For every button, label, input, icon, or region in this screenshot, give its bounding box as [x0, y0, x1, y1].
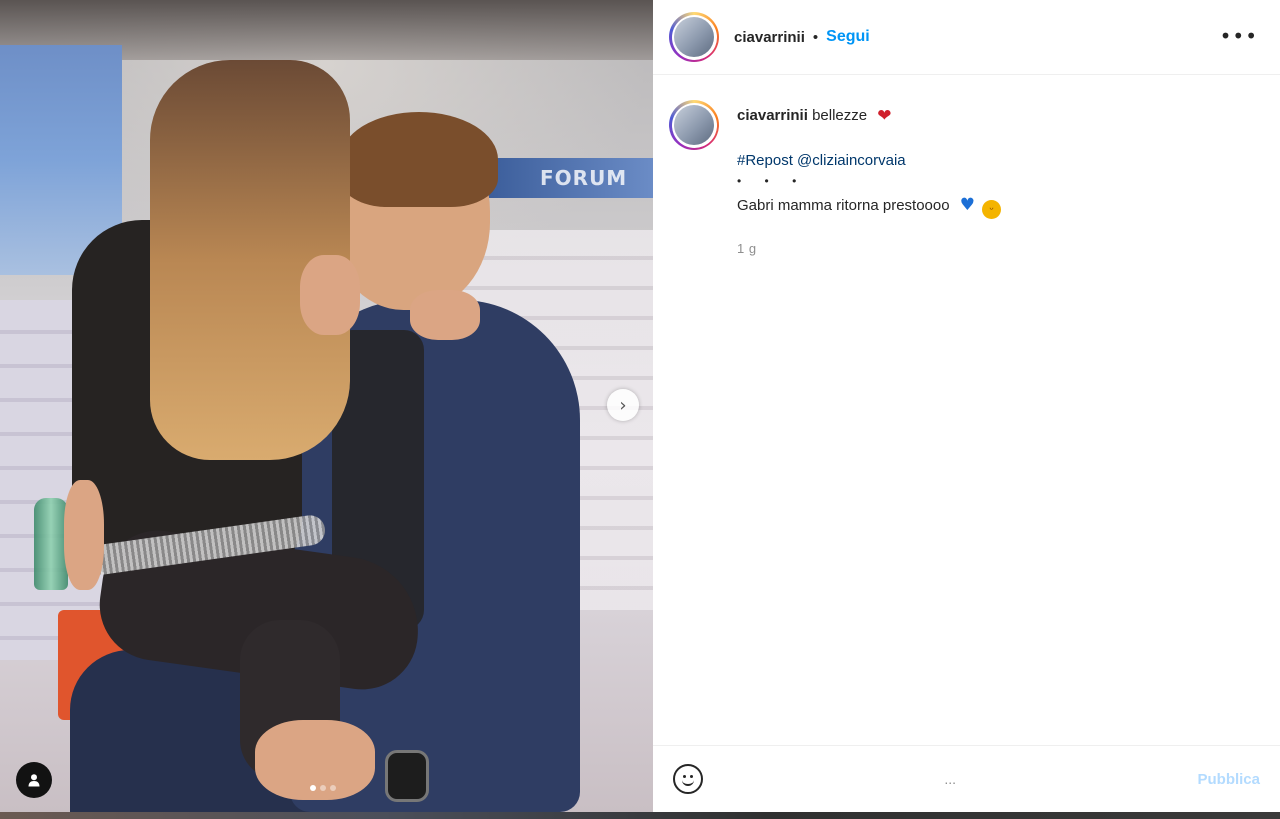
caption-line-1: ciavarrinii bellezze ❤	[737, 106, 1001, 126]
follow-button[interactable]: Segui	[826, 28, 870, 46]
user-tag-icon	[28, 774, 40, 787]
caption-avatar[interactable]	[669, 100, 719, 150]
blue-heart-icon: ♥	[959, 195, 976, 215]
caption-author-link[interactable]: ciavarrinii	[737, 107, 808, 124]
next-slide-button[interactable]: ›	[607, 389, 639, 421]
studio-banner-text: FORUM	[540, 166, 628, 190]
caption-message: Gabri mamma ritorna prestoooo	[737, 197, 950, 214]
caption-body: ciavarrinii bellezze ❤ #Repost @cliziain…	[737, 100, 1002, 259]
caption: ciavarrinii bellezze ❤ #Repost @cliziain…	[669, 100, 1002, 259]
comment-input[interactable]	[719, 771, 1182, 787]
avatar-image	[674, 17, 714, 57]
carousel-indicator	[310, 785, 336, 791]
smiley-icon[interactable]	[673, 764, 703, 794]
caption-text: bellezze	[812, 107, 868, 124]
hashtag-link[interactable]: #Repost	[737, 152, 793, 169]
hand	[410, 290, 480, 340]
separator-dot: •	[812, 28, 819, 46]
caption-dots: • • •	[737, 174, 807, 188]
username-link[interactable]: ciavarrinii	[734, 29, 805, 46]
red-heart-icon: ❤	[877, 106, 892, 125]
caption-line-2: #Repost @cliziaincorvaia	[737, 151, 1001, 171]
tongue-face-icon: ᵕ	[982, 200, 1002, 219]
avatar[interactable]	[669, 12, 719, 62]
wrist-watch	[385, 750, 429, 802]
man-hair	[340, 112, 498, 207]
carousel-dot	[330, 785, 336, 791]
carousel-dot	[320, 785, 326, 791]
post-photo[interactable]: FORUM ›	[0, 0, 653, 812]
publish-button[interactable]: Pubblica	[1197, 771, 1260, 788]
carousel-dot	[310, 785, 316, 791]
mention-link[interactable]: @cliziaincorvaia	[797, 152, 906, 169]
background-strip	[0, 812, 1280, 819]
more-options-icon[interactable]: •••	[1220, 26, 1258, 46]
avatar-image	[674, 105, 714, 145]
post-header: ciavarrinii • Segui •••	[653, 0, 1280, 75]
comment-bar: Pubblica	[653, 745, 1280, 812]
hand	[300, 255, 360, 335]
post-time[interactable]: 1 g	[737, 239, 1001, 259]
chevron-right-icon: ›	[619, 394, 627, 416]
caption-line-3: Gabri mamma ritorna prestoooo ♥ ᵕ	[737, 195, 1002, 219]
tagged-users-button[interactable]	[16, 762, 52, 798]
hand	[64, 480, 104, 590]
water-bottle	[34, 498, 68, 590]
post-panel: ciavarrinii • Segui ••• ciavarrinii bell…	[653, 0, 1280, 812]
